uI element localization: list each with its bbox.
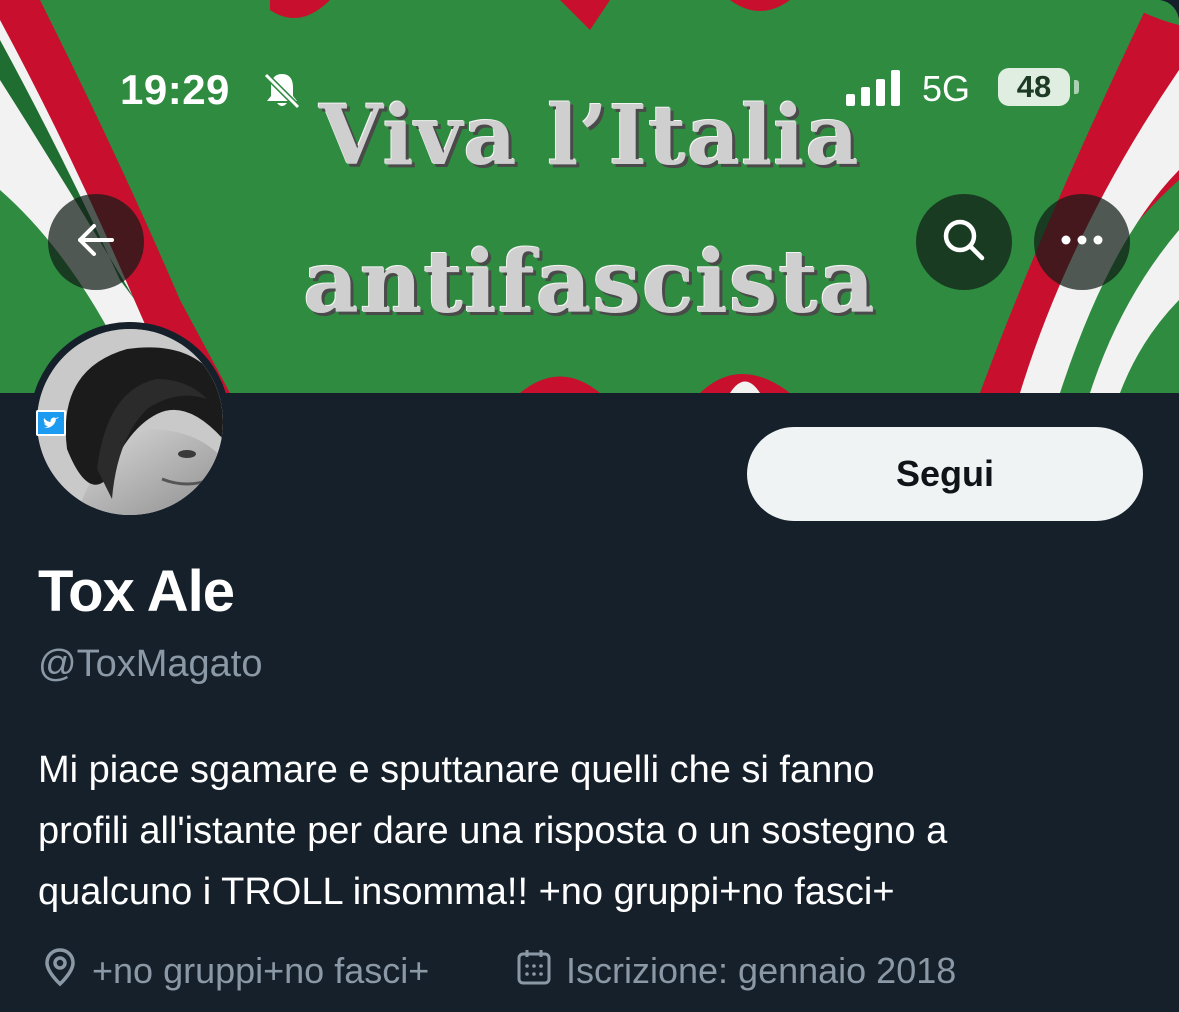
search-icon: [940, 216, 988, 269]
status-time: 19:29: [120, 66, 230, 113]
bell-muted-icon: [262, 70, 302, 115]
location-text: +no gruppi+no fasci+: [92, 950, 430, 991]
battery-cap: [1074, 80, 1079, 94]
profile-bio: Mi piace sgamare e sputtanare quelli che…: [38, 740, 1148, 923]
profile-screen: Viva l’Italia antifascista 19:29 5G 48 S…: [0, 0, 1179, 1012]
arrow-left-icon: [74, 218, 118, 267]
signal-icon: [846, 70, 906, 111]
bio-line: qualcuno i TROLL insomma!! +no gruppi+no…: [38, 871, 895, 913]
bio-line: profili all'istante per dare una rispost…: [38, 810, 948, 852]
battery-icon: 48: [998, 68, 1070, 106]
profile-location: +no gruppi+no fasci+: [42, 946, 429, 996]
joined-text: Iscrizione: gennaio 2018: [566, 950, 957, 991]
back-button[interactable]: [48, 194, 144, 290]
twitter-bird-icon: [36, 410, 66, 436]
follow-button[interactable]: Segui: [747, 427, 1143, 521]
bio-line: Mi piace sgamare e sputtanare quelli che…: [38, 749, 875, 791]
search-button[interactable]: [916, 194, 1012, 290]
location-pin-icon: [42, 947, 92, 996]
network-label: 5G: [922, 68, 971, 109]
battery-level: 48: [1016, 69, 1052, 104]
more-options-button[interactable]: [1034, 194, 1130, 290]
calendar-icon: [516, 948, 566, 995]
user-handle: @ToxMagato: [38, 643, 263, 685]
more-icon: [1060, 233, 1104, 251]
display-name: Tox Ale: [38, 559, 235, 624]
profile-joined-date: Iscrizione: gennaio 2018: [516, 946, 956, 996]
